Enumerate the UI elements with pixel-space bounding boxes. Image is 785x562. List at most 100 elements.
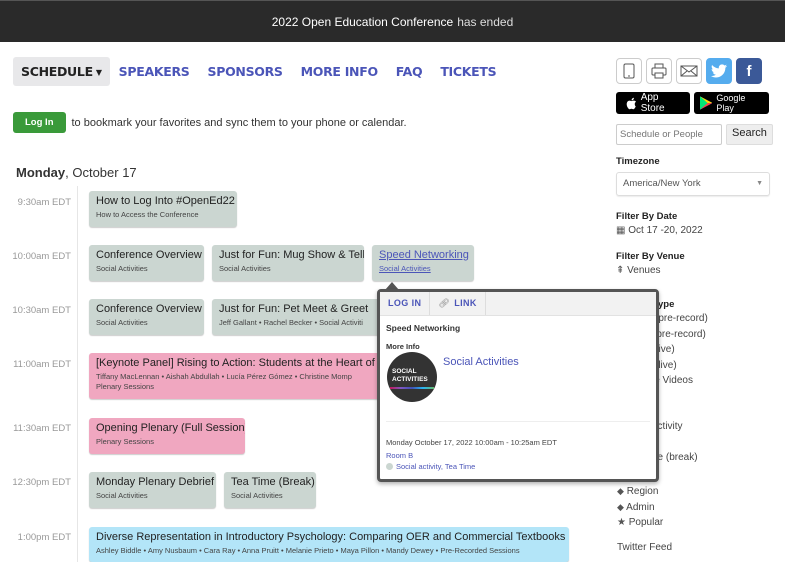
calendar-icon: ▦ [616,225,626,236]
login-bar: Log In to bookmark your favorites and sy… [13,112,407,133]
tag-color-dot [386,463,393,470]
type-item[interactable]: y [652,389,708,405]
type-item[interactable]: (pre-record) [653,327,708,343]
event-title: Diverse Representation in Introductory P… [96,531,566,543]
popup-link-tab[interactable]: 🔗︎ LINK [430,292,486,315]
star-icon: ★ [617,517,626,528]
category-avatar[interactable]: SOCIAL ACTIVITIES [387,352,437,402]
facebook-icon[interactable]: f [736,58,762,84]
app-store-label: App Store [640,92,665,114]
search-button[interactable]: Search [726,124,773,145]
app-store-links: App Store Google Play [616,92,776,114]
email-icon[interactable] [676,58,702,84]
popup-tags[interactable]: Social activity, Tea Time [386,462,475,471]
popup-more-info-label: More Info [386,342,420,351]
popup-category-link[interactable]: Social Activities [443,356,519,368]
event-card[interactable]: Just for Fun: Mug Show & Tell Social Act… [212,245,364,281]
popup-datetime: Monday October 17, 2022 10:00am - 10:25a… [386,438,557,447]
event-card[interactable]: How to Log Into #OpenEd22 How to Access … [89,191,237,227]
filter-date[interactable]: ▦ Oct 17 -20, 2022 [616,225,776,236]
filter-region[interactable]: ◆ Region [617,484,672,500]
day-heading: Monday, October 17 [16,165,137,180]
nav-schedule[interactable]: SCHEDULE ▼ [13,57,110,86]
caret-down-icon: ▼ [95,68,102,77]
type-item[interactable]: (live) [655,358,708,374]
search-input[interactable] [616,124,722,145]
event-card[interactable]: Monday Plenary Debrief Social Activities [89,472,216,508]
avatar-text-2: ACTIVITIES [392,376,428,383]
popup-link-label: LINK [454,298,477,308]
filter-type-label: ype [658,299,675,310]
day-weekday: Monday [16,165,66,180]
caret-down-icon: ▼ [756,180,763,187]
time-label: 10:00am EDT [12,251,71,262]
event-subtitle: Social Activities [231,491,283,500]
event-card[interactable]: Just for Fun: Pet Meet & Greet Jeff Gall… [212,299,382,335]
popup-divider [386,421,650,422]
type-item[interactable]: (live) [653,342,708,358]
main-nav: SCHEDULE ▼ SPEAKERS SPONSORS MORE INFO FA… [13,57,505,86]
sidebar: f App Store Google Play Search Timezone … [616,58,776,276]
nav-tickets[interactable]: TICKETS [431,57,505,86]
event-card[interactable]: Conference Overview Social Activities [89,245,204,281]
nav-speakers[interactable]: SPEAKERS [110,57,199,86]
twitter-icon[interactable] [706,58,732,84]
tag-icon: ◆ [617,501,624,512]
type-item[interactable]: le Videos [652,373,708,389]
event-subtitle[interactable]: Social Activities [379,264,467,274]
type-item[interactable]: activity [652,419,708,435]
timezone-label: Timezone [616,156,660,167]
filter-popular[interactable]: ★ Popular [617,515,672,531]
filter-date-value: Oct 17 -20, 2022 [628,225,703,236]
event-title[interactable]: Speed Networking [379,249,469,261]
login-button[interactable]: Log In [13,112,66,133]
nav-more-info[interactable]: MORE INFO [292,57,387,86]
timezone-select[interactable]: America/New York ▼ [616,172,770,196]
login-message: to bookmark your favorites and sync them… [71,116,407,129]
nav-faq[interactable]: FAQ [387,57,432,86]
popup-room-link[interactable]: Room B [386,451,413,460]
filter-venue-label: Filter By Venue [616,251,685,262]
google-play-button[interactable]: Google Play [694,92,769,114]
type-item[interactable]: ne (break) [652,450,708,466]
event-subtitle: Social Activities [96,264,148,273]
print-icon[interactable] [646,58,672,84]
timeline-divider [77,186,78,562]
event-card[interactable]: Diverse Representation in Introductory P… [89,527,569,562]
event-card[interactable]: Conference Overview Social Activities [89,299,204,335]
event-title: Conference Overview [96,249,202,261]
event-title: Just for Fun: Mug Show & Tell [219,249,364,261]
time-label: 10:30am EDT [12,305,71,316]
avatar-text-1: SOCIAL [392,368,417,375]
event-card[interactable]: Opening Plenary (Full Session) Plenary S… [89,418,245,454]
type-item[interactable]: rt [652,435,708,451]
popup-tabs: LOG IN 🔗︎ LINK [380,292,656,316]
tag-icon: ◆ [617,486,624,496]
event-title: Tea Time (Break) [231,476,315,488]
timezone-value: America/New York [623,178,701,189]
popup-login-tab[interactable]: LOG IN [380,292,431,315]
signpost-icon: ⇞ [616,265,625,276]
extra-filters: ◆ Region ◆ Admin ★ Popular Twitter Feed [617,484,672,555]
time-label: 11:00am EDT [13,359,71,370]
google-play-label: Google Play [716,93,746,113]
conference-ended-banner: 2022 Open Education Conference has ended [0,0,785,42]
filter-admin[interactable]: ◆ Admin [617,500,672,516]
avatar-stripe [390,387,434,389]
link-icon: 🔗︎ [438,298,451,308]
event-title: Conference Overview [96,303,202,315]
search-row: Search [616,124,776,145]
mobile-icon[interactable] [616,58,642,84]
filter-popular-label: Popular [628,517,664,528]
filter-venue[interactable]: ⇞ Venues [616,265,776,276]
filter-date-label: Filter By Date [616,211,678,222]
nav-sponsors[interactable]: SPONSORS [199,57,292,86]
event-card[interactable]: Tea Time (Break) Social Activities [224,472,316,508]
popup-title: Speed Networking [386,323,461,333]
type-item[interactable]: (pre-record) [655,311,708,327]
event-card[interactable]: [Keynote Panel] Rising to Action: Studen… [89,353,382,399]
app-store-button[interactable]: App Store [616,92,690,114]
event-card-speed-networking[interactable]: Speed Networking Social Activities [372,245,474,281]
time-label: 9:30am EDT [17,197,71,208]
event-title: Just for Fun: Pet Meet & Greet [219,303,369,315]
